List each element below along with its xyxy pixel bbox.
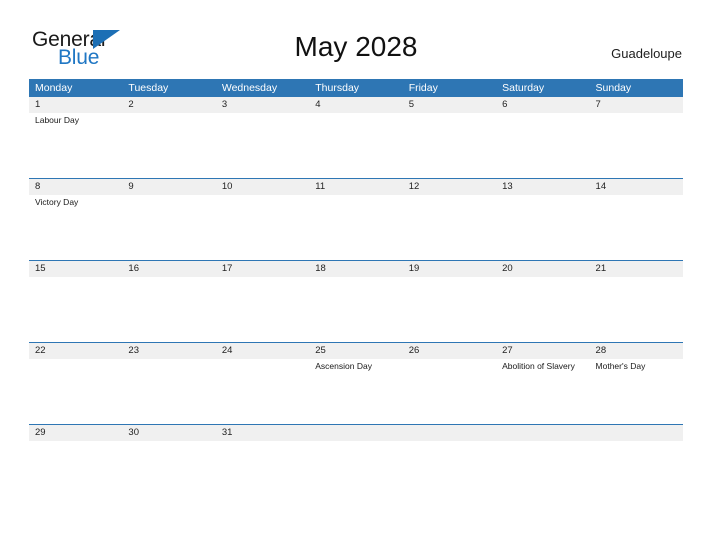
day-event (496, 113, 589, 177)
week-event-band: Victory Day (29, 195, 683, 259)
day-event: Labour Day (35, 115, 79, 125)
day-number[interactable]: 27 (496, 343, 589, 359)
week-event-band (29, 277, 683, 341)
weekday-header-row: Monday Tuesday Wednesday Thursday Friday… (29, 79, 683, 97)
week-event-band: Ascension Day Abolition of Slavery Mothe… (29, 359, 683, 423)
day-number[interactable]: 4 (309, 97, 402, 113)
week-event-band (29, 441, 683, 448)
day-event (122, 359, 215, 423)
day-event (590, 113, 683, 177)
day-event: Victory Day (35, 197, 79, 207)
weekday-header-wednesday: Wednesday (221, 82, 278, 94)
day-event (496, 195, 589, 259)
week-date-band: 8 9 10 11 12 13 14 (29, 179, 683, 195)
day-number[interactable]: 22 (29, 343, 122, 359)
day-event (496, 441, 589, 448)
page-header: General Blue May 2028 Guadeloupe (0, 0, 712, 70)
day-number[interactable]: 12 (403, 179, 496, 195)
week-date-band: 1 2 3 4 5 6 7 (29, 97, 683, 113)
day-event (309, 277, 402, 341)
day-event (590, 277, 683, 341)
day-event (122, 195, 215, 259)
weekday-header-monday: Monday (35, 82, 73, 94)
day-number (496, 425, 589, 441)
day-event (309, 195, 402, 259)
calendar-grid: Monday Tuesday Wednesday Thursday Friday… (29, 79, 683, 449)
weekday-header-sunday: Sunday (595, 82, 632, 94)
day-number[interactable]: 30 (122, 425, 215, 441)
region-label: Guadeloupe (611, 46, 682, 61)
day-number[interactable]: 10 (216, 179, 309, 195)
day-event (403, 277, 496, 341)
day-number[interactable]: 20 (496, 261, 589, 277)
week-row: 15 16 17 18 19 20 21 (29, 260, 683, 342)
day-number (403, 425, 496, 441)
day-event (403, 195, 496, 259)
week-event-band: Labour Day (29, 113, 683, 177)
day-number[interactable]: 9 (122, 179, 215, 195)
day-event (29, 277, 122, 341)
weekday-header-saturday: Saturday (502, 82, 545, 94)
week-date-band: 29 30 31 (29, 425, 683, 441)
day-number[interactable]: 16 (122, 261, 215, 277)
day-event (216, 195, 309, 259)
week-date-band: 15 16 17 18 19 20 21 (29, 261, 683, 277)
day-number[interactable]: 26 (403, 343, 496, 359)
day-number[interactable]: 1 (29, 97, 122, 113)
day-event (496, 277, 589, 341)
day-number[interactable]: 17 (216, 261, 309, 277)
day-number[interactable]: 18 (309, 261, 402, 277)
day-event (216, 441, 309, 448)
day-number[interactable]: 24 (216, 343, 309, 359)
day-number[interactable]: 25 (309, 343, 402, 359)
day-event: Abolition of Slavery (502, 361, 575, 371)
day-number[interactable]: 14 (590, 179, 683, 195)
day-event (29, 359, 122, 423)
day-number[interactable]: 7 (590, 97, 683, 113)
day-event (122, 277, 215, 341)
weekday-header-thursday: Thursday (315, 82, 360, 94)
day-event (309, 441, 402, 448)
day-event (216, 359, 309, 423)
day-number (590, 425, 683, 441)
page-title: May 2028 (294, 31, 418, 62)
day-number[interactable]: 6 (496, 97, 589, 113)
day-number[interactable]: 31 (216, 425, 309, 441)
week-row: 1 2 3 4 5 6 7 Labour Day (29, 97, 683, 178)
day-number[interactable]: 11 (309, 179, 402, 195)
day-event (216, 113, 309, 177)
day-event: Ascension Day (315, 361, 372, 371)
day-number[interactable]: 19 (403, 261, 496, 277)
week-row: 22 23 24 25 26 27 28 Ascension Day Aboli… (29, 342, 683, 424)
day-event (403, 113, 496, 177)
day-event: Mother's Day (595, 361, 646, 371)
week-row: 8 9 10 11 12 13 14 Victory Day (29, 178, 683, 260)
day-number[interactable]: 3 (216, 97, 309, 113)
day-event (122, 441, 215, 448)
day-number[interactable]: 15 (29, 261, 122, 277)
day-number[interactable]: 29 (29, 425, 122, 441)
day-event (122, 113, 215, 177)
day-number[interactable]: 2 (122, 97, 215, 113)
day-event (403, 441, 496, 448)
day-event (590, 195, 683, 259)
day-number[interactable]: 13 (496, 179, 589, 195)
weekday-header-friday: Friday (408, 82, 438, 94)
day-event (403, 359, 496, 423)
day-event (216, 277, 309, 341)
day-number[interactable]: 5 (403, 97, 496, 113)
week-date-band: 22 23 24 25 26 27 28 (29, 343, 683, 359)
day-event (29, 441, 122, 448)
day-number[interactable]: 8 (29, 179, 122, 195)
day-number[interactable]: 23 (122, 343, 215, 359)
weekday-header-tuesday: Tuesday (128, 82, 169, 94)
week-row: 29 30 31 (29, 424, 683, 449)
day-number (309, 425, 402, 441)
day-event (309, 113, 402, 177)
day-number[interactable]: 28 (590, 343, 683, 359)
day-event (590, 441, 683, 448)
day-number[interactable]: 21 (590, 261, 683, 277)
